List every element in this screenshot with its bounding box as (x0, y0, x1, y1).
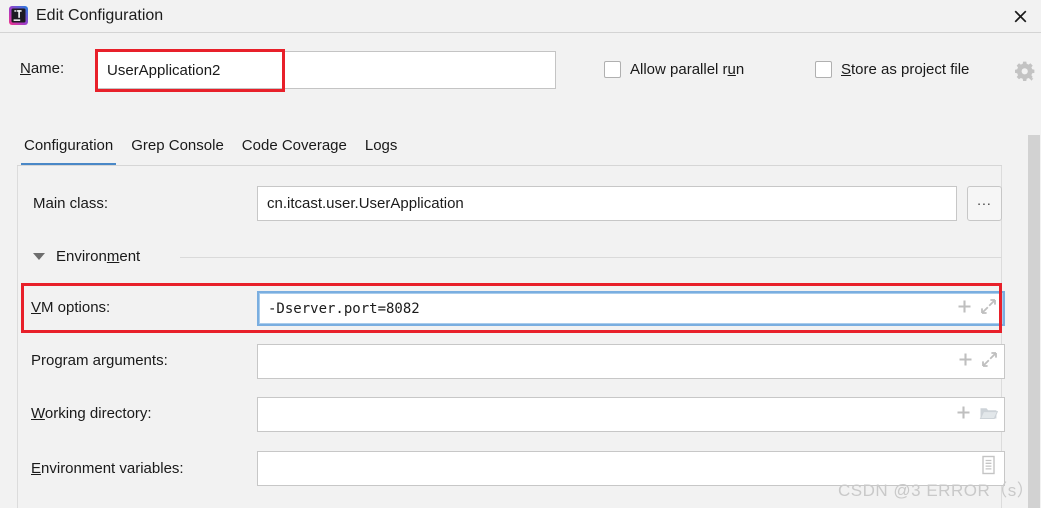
plus-icon[interactable] (955, 404, 972, 426)
environment-section-divider (180, 257, 1002, 258)
expand-diagonal-icon[interactable] (980, 298, 997, 320)
working-directory-field-icons (949, 404, 999, 426)
store-as-project-file-label: Store as project file (841, 61, 970, 78)
window-title: Edit Configuration (36, 7, 164, 24)
gear-icon[interactable] (1014, 60, 1036, 82)
environment-section-header[interactable]: Environment (33, 248, 140, 265)
environment-variables-field[interactable] (257, 451, 1005, 486)
program-arguments-field[interactable] (257, 344, 1005, 379)
environment-variables-label: Environment variables: (31, 460, 184, 477)
main-class-value: cn.itcast.user.UserApplication (267, 195, 464, 212)
main-class-label: Main class: (33, 195, 109, 212)
checkbox-box[interactable] (815, 61, 832, 78)
tab-logs[interactable]: Logs (365, 133, 398, 159)
name-label-rest: ame: (30, 60, 65, 77)
vm-options-label: VM options: (31, 299, 111, 316)
main-class-field[interactable]: cn.itcast.user.UserApplication (257, 186, 957, 221)
tab-code-coverage[interactable]: Code Coverage (242, 133, 347, 159)
environment-section-title: Environment (56, 248, 141, 265)
working-directory-label: Working directory: (31, 405, 152, 422)
plus-icon[interactable] (957, 351, 974, 373)
configuration-tabs: Configuration Grep Console Code Coverage… (0, 133, 1041, 166)
allow-parallel-run-checkbox[interactable]: Allow parallel run (604, 61, 744, 78)
vertical-scrollbar-thumb[interactable] (1028, 135, 1040, 508)
tab-grep-console[interactable]: Grep Console (131, 133, 224, 159)
main-class-browse-button[interactable]: ... (967, 186, 1002, 221)
vm-options-field-icons (950, 298, 997, 320)
vm-options-value: -Dserver.port=8082 (268, 300, 420, 317)
tab-configuration[interactable]: Configuration (20, 133, 117, 166)
working-directory-field[interactable] (257, 397, 1005, 432)
close-icon[interactable] (1007, 3, 1033, 29)
name-label-accel: N (20, 60, 31, 77)
list-browse-icon[interactable] (979, 455, 998, 482)
vm-options-field[interactable]: -Dserver.port=8082 (257, 291, 1005, 326)
environment-variables-field-icons (973, 455, 998, 482)
name-input[interactable] (96, 51, 556, 89)
allow-parallel-run-label: Allow parallel run (630, 61, 745, 78)
store-as-project-file-checkbox[interactable]: Store as project file (815, 61, 969, 78)
plus-icon[interactable] (956, 298, 973, 320)
program-arguments-label: Program arguments: (31, 352, 168, 369)
intellij-idea-logo-icon (9, 6, 28, 25)
titlebar-divider (0, 32, 1041, 33)
name-label: Name: (20, 60, 64, 77)
folder-icon[interactable] (979, 404, 999, 426)
expand-diagonal-icon[interactable] (981, 351, 998, 373)
checkbox-box[interactable] (604, 61, 621, 78)
program-arguments-field-icons (951, 351, 998, 373)
triangle-down-icon[interactable] (33, 253, 45, 260)
